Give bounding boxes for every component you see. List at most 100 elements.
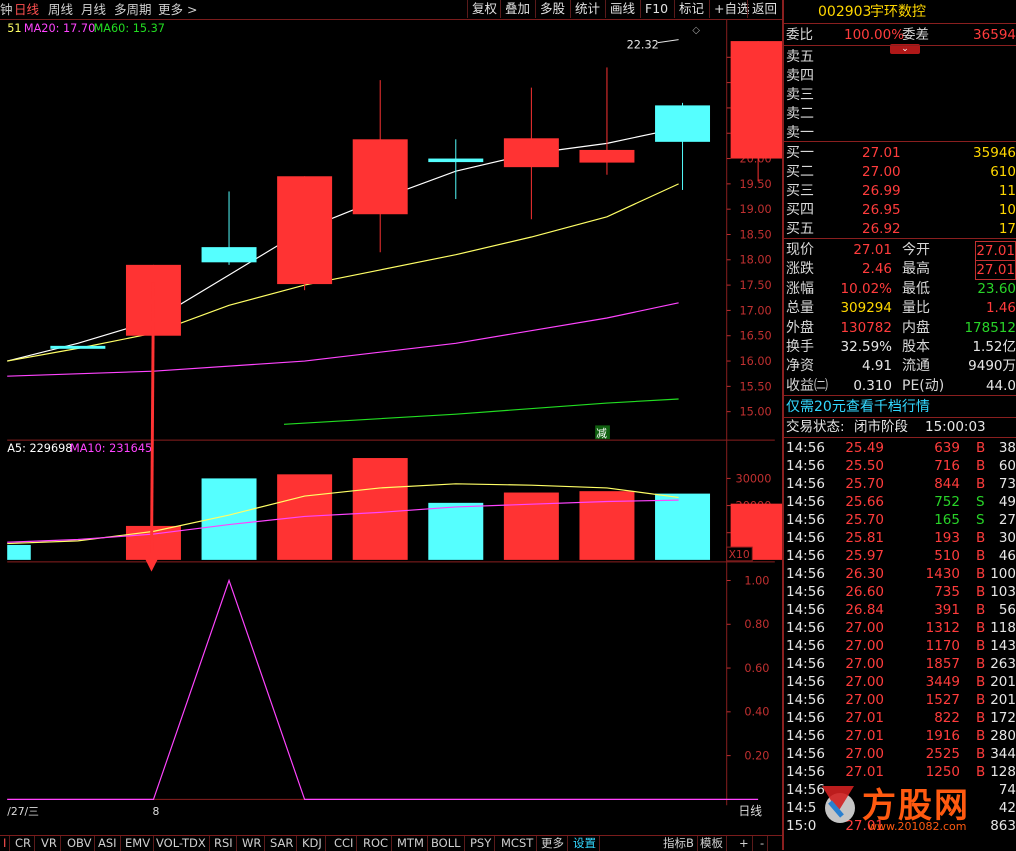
price-tick-label: 19.50 [739,178,771,191]
volume-ma-lines [7,483,679,545]
tick-price: 25.50 [845,458,884,474]
zoom-in-button[interactable]: + [736,836,753,851]
tick-time: 14:56 [786,476,825,492]
tick-row: 14:56 26.60 735 B 103 [784,583,1016,601]
tab-asi[interactable]: ASI [95,836,121,851]
tab-weekly[interactable]: 周线 [48,1,73,18]
quote-label-2: 最低 [902,280,930,297]
tab-template[interactable]: 模板 [697,836,727,851]
tab-more[interactable]: 更多 > [158,1,197,18]
tab-indicator-arrow[interactable]: I [0,836,11,851]
moving-average-lines [7,127,679,425]
tab-boll[interactable]: BOLL [428,836,465,851]
watermark-logo: 方股网 www.201082.com [812,772,1016,838]
tab-cr[interactable]: CR [12,836,36,851]
quote-value-2: 9490万 [968,358,1016,375]
candle-body [277,176,333,285]
diamond-icon: ◇ [692,25,700,36]
tab-sar[interactable]: SAR [267,836,298,851]
quote-row: 总量 309294 量比 1.46 [784,299,1016,317]
quote-value: 2.46 [861,261,892,278]
bid-label: 买一 [786,145,814,161]
tab-vr[interactable]: VR [38,836,61,851]
tick-row: 14:56 25.50 716 B 60 [784,457,1016,475]
tick-volume: 1857 [925,656,960,672]
tab-daily[interactable]: 日线 [14,1,39,18]
trade-status-time: 15:00:03 [925,419,986,435]
tab-emv[interactable]: EMV [122,836,155,851]
tab-mcst[interactable]: MCST [498,836,538,851]
tab-settings[interactable]: 设置 [570,836,600,851]
tab-indicator-b[interactable]: 指标B [660,836,698,851]
quote-value: 0.310 [853,377,892,394]
watermark-url: www.201082.com [868,820,967,833]
annotation-arrow-head [143,555,160,572]
bid-row: 买五 26.92 17 [784,220,1016,238]
tick-volume: 1312 [925,620,960,636]
overlay-button[interactable]: 叠加 [500,0,534,18]
volume-ma5-line [7,483,679,545]
adjust-button[interactable]: 复权 [467,0,501,18]
tab-wr[interactable]: WR [239,836,266,851]
promo-row[interactable]: 仅需20元查看千档行情 [784,398,1016,416]
weibi-value: 100.00% [844,27,905,43]
tick-side: B [976,602,986,618]
tick-volume: 735 [934,584,960,600]
trade-status-phase: 闭市阶段 [854,419,908,435]
tab-roc[interactable]: ROC [360,836,393,851]
price-tick-label: 16.50 [739,330,771,343]
tab-rsi[interactable]: RSI [211,836,237,851]
weibi-label: 委比 [786,27,813,43]
bid-label: 买二 [786,164,814,180]
draw-line-button[interactable]: 画线 [605,0,639,18]
tab-cci[interactable]: CCI [331,836,358,851]
ma20-line [7,302,679,377]
tab-kdj[interactable]: KDJ [299,836,326,851]
quote-label: 换手 [786,339,814,355]
x-label: 8 [152,805,159,818]
weibi-row: 委比 100.00% 委差 36594 [784,26,1016,44]
tab-multi-period[interactable]: 多周期 [114,1,152,18]
f10-button[interactable]: F10 [640,0,672,18]
mark-button[interactable]: 标记 [674,0,708,18]
tab-vol-tdx[interactable]: VOL-TDX [153,836,210,851]
tick-time: 14:56 [786,656,825,672]
back-button[interactable]: 返回 [747,0,781,18]
tick-side: B [976,692,986,708]
day-label[interactable]: 日线 [738,804,762,818]
tick-count: 201 [990,674,1016,690]
quote-row: 涨跌 2.46 最高 27.01 [784,260,1016,281]
tick-volume: 510 [934,548,960,564]
quote-value: 10.02% [840,280,892,297]
tick-side: B [976,710,986,726]
promo-text[interactable]: 仅需20元查看千档行情 [786,398,930,416]
ask-row: 卖五 [784,48,1016,66]
tab-obv[interactable]: OBV [64,836,96,851]
tick-time: 14:56 [786,602,825,618]
quote-label: 涨跌 [786,261,814,278]
ask-label: 卖三 [786,87,814,103]
bid-row: 买三 26.99 11 [784,182,1016,200]
multi-stock-button[interactable]: 多股 [535,0,569,18]
toolbar-partial-label: 钟 [0,2,13,17]
kline-chart[interactable]: 51 MA20: 17.70 MA60: 15.37 A5: 229698 MA… [0,20,782,820]
stats-button[interactable]: 统计 [570,0,604,18]
tick-volume: 193 [934,530,960,546]
tick-count: 27 [998,512,1016,528]
tick-price: 27.01 [845,710,884,726]
tab-monthly[interactable]: 月线 [81,1,106,18]
tab-mtm[interactable]: MTM [394,836,428,851]
tick-time: 14:56 [786,746,825,762]
candle-body [503,138,559,168]
tick-volume: 844 [934,476,960,492]
tick-count: 60 [998,458,1016,474]
zoom-out-button[interactable]: - [757,836,769,851]
quote-label: 外盘 [786,319,814,336]
quote-value-2: 44.0 [985,377,1016,394]
tab-psy[interactable]: PSY [467,836,496,851]
bid-label: 买五 [786,221,814,237]
annotation-arrow-shaft [150,282,155,558]
tick-time: 14:56 [786,494,825,510]
tab-more[interactable]: 更多 [538,836,568,851]
volume-bar [428,502,484,560]
